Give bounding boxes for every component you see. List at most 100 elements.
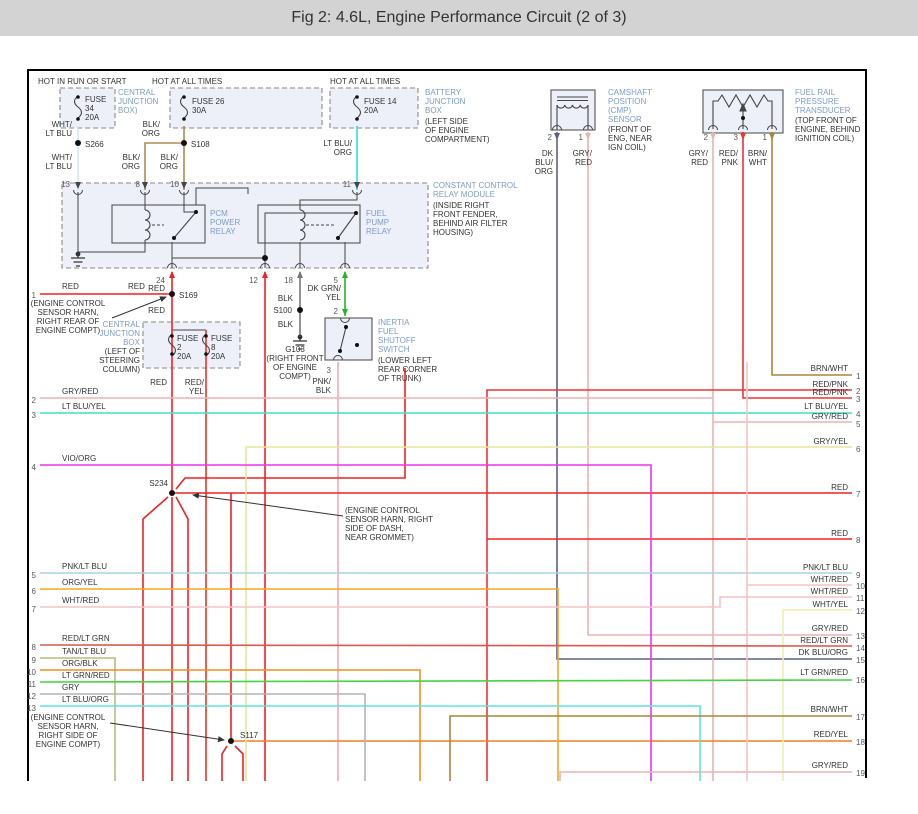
flow-arrow: [554, 133, 560, 140]
junction-dot: [355, 117, 359, 121]
diagram-label: S100: [273, 306, 292, 315]
diagram-label: 16: [856, 676, 865, 685]
diagram-label: 6: [856, 445, 861, 454]
diagram-label: 20A: [177, 352, 192, 361]
diagram-label: 18: [856, 738, 865, 747]
diagram-label: LT BLU: [46, 129, 73, 138]
wire-red: [175, 368, 406, 490]
junction-dot: [338, 349, 342, 353]
flow-arrow: [769, 133, 775, 140]
diagram-label: ENG, NEAR: [608, 134, 652, 143]
diagram-label: S108: [191, 140, 210, 149]
junction-dot: [194, 210, 198, 214]
diagram-label: 3: [856, 395, 861, 404]
wire-brnwht: [771, 132, 852, 376]
flow-arrow: [169, 271, 175, 278]
diagram-label: WHT/: [52, 153, 73, 162]
diagram-label: ENGINE, BEHIND: [795, 125, 861, 134]
diagram-label: 3: [734, 133, 739, 142]
diagram-label: (TOP FRONT OF: [795, 116, 857, 125]
diagram-label: VIO/ORG: [62, 454, 96, 463]
diagram-label: 2: [704, 133, 709, 142]
diagram-label: WHT/RED: [811, 575, 849, 584]
diagram-label: PNK: [722, 158, 739, 167]
diagram-label: BRN/WHT: [811, 705, 848, 714]
diagram-label: FUSE 26: [192, 97, 225, 106]
diagram-label: OF ENGINE: [425, 126, 469, 135]
diagram-label: DK BLU/ORG: [799, 648, 848, 657]
diagram-label: POWER: [210, 218, 240, 227]
diagram-label: YEL: [189, 387, 205, 396]
junction-dot: [76, 95, 80, 99]
diagram-label: SENSOR HARN, RIGHT: [345, 515, 433, 524]
annotation-arrow: [192, 492, 344, 517]
diagram-label: JUNCTION: [118, 97, 159, 106]
diagram-label: RED/: [719, 149, 739, 158]
component-box: [324, 317, 373, 361]
diagram-label: BEHIND AIR FILTER: [433, 219, 508, 228]
diagram-label: HOT IN RUN OR START: [38, 77, 127, 86]
diagram-label: 5: [32, 571, 37, 580]
diagram-label: 12: [27, 692, 36, 701]
diagram-label: RED: [831, 529, 848, 538]
diagram-label: RELAY MODULE: [433, 190, 495, 199]
wire-ltgrnred: [39, 679, 853, 683]
diagram-label: 1: [763, 133, 768, 142]
diagram-label: ORG: [122, 162, 140, 171]
diagram-label: BLK: [278, 320, 294, 329]
junction-dot: [355, 343, 359, 347]
junction-dot: [354, 211, 358, 215]
diagram-label: POSITION: [608, 97, 646, 106]
diagram-label: RED: [148, 306, 165, 315]
wire-gryred: [559, 771, 852, 781]
diagram-label: GRY/RED: [812, 624, 849, 633]
diagram-label: RED/LT GRN: [800, 636, 848, 645]
wire-orgyel: [40, 588, 559, 781]
diagram-label: DK: [542, 149, 554, 158]
diagram-label: 2: [177, 343, 182, 352]
wiring-diagram-canvas: HOT IN RUN OR START HOT AT ALL TIMES HOT A…: [27, 69, 867, 781]
diagram-label: RELAY: [210, 227, 236, 236]
diagram-label: PRESSURE: [795, 97, 839, 106]
diagram-label: GRY: [62, 683, 80, 692]
component-box: [111, 204, 206, 244]
diagram-label: 18: [284, 276, 293, 285]
diagram-label: IGN COIL): [608, 143, 646, 152]
wire-red: [221, 745, 228, 781]
diagram-label: (LOWER LEFT: [378, 356, 432, 365]
junction-dot: [741, 116, 745, 120]
diagram-label: 20A: [85, 113, 100, 122]
diagram-label: RED/PNK: [812, 388, 848, 397]
junction-dot: [355, 95, 359, 99]
diagram-label: 7: [856, 490, 861, 499]
wiring-diagram: HOT IN RUN OR START HOT AT ALL TIMES HOT A…: [0, 0, 918, 809]
wire-red: [234, 745, 244, 781]
diagram-label: JUNCTION: [100, 329, 141, 338]
diagram-label: ORG: [535, 167, 553, 176]
diagram-label: PCM: [210, 209, 228, 218]
diagram-label: RED: [128, 282, 145, 291]
diagram-label: 8: [136, 180, 141, 189]
wire-ltbluorg: [40, 705, 701, 781]
diagram-label: 10: [856, 582, 865, 591]
diagram-frame: [27, 69, 867, 781]
diagram-label: FUEL: [366, 209, 387, 218]
diagram-label: FUEL: [378, 327, 399, 336]
diagram-label: CENTRAL: [118, 88, 156, 97]
diagram-label: 2: [334, 307, 339, 316]
diagram-label: IGNITION COIL): [795, 134, 854, 143]
diagram-label: CAMSHAFT: [608, 88, 652, 97]
diagram-label: ENGINE COMPT): [36, 326, 101, 335]
diagram-label: WHT/RED: [811, 587, 849, 596]
diagram-label: BOX: [425, 106, 443, 115]
diagram-label: WHT/YEL: [812, 600, 848, 609]
diagram-label: SIDE OF DASH,: [345, 524, 404, 533]
diagram-label: PNK/: [312, 377, 331, 386]
figure-title-bar: Fig 2: 4.6L, Engine Performance Circuit …: [0, 0, 918, 36]
splice-s117: [228, 738, 234, 744]
diagram-label: RED/YEL: [814, 730, 849, 739]
diagram-label: RED: [150, 378, 167, 387]
diagram-label: 11: [343, 180, 352, 189]
diagram-label: BLK/: [161, 153, 179, 162]
diagram-label: RELAY: [366, 227, 392, 236]
